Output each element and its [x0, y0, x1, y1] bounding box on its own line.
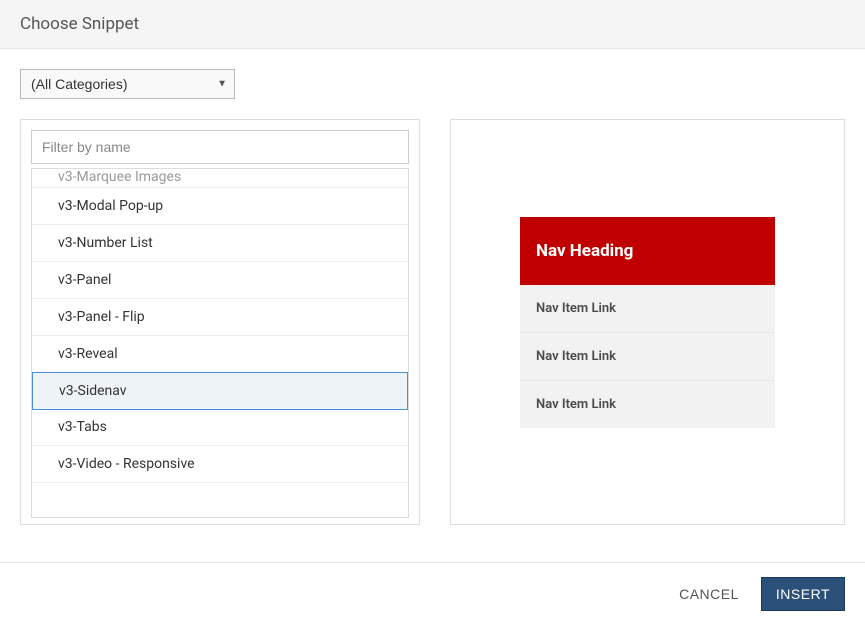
list-item[interactable]: v3-Modal Pop-up	[32, 188, 408, 225]
cancel-button[interactable]: CANCEL	[675, 578, 743, 610]
dialog-content: (All Categories) ▼ v3-Marquee Imagesv3-M…	[0, 49, 865, 545]
category-select-row: (All Categories) ▼	[20, 69, 845, 99]
snippet-list-container: v3-Marquee Imagesv3-Modal Pop-upv3-Numbe…	[31, 168, 409, 518]
preview-nav-heading: Nav Heading	[520, 217, 775, 285]
category-select-wrapper: (All Categories) ▼	[20, 69, 235, 99]
panels-row: v3-Marquee Imagesv3-Modal Pop-upv3-Numbe…	[20, 119, 845, 525]
preview-nav-item: Nav Item Link	[520, 333, 775, 381]
list-item[interactable]: v3-Panel	[32, 262, 408, 299]
dialog-footer: CANCEL INSERT	[0, 562, 865, 625]
list-item[interactable]: v3-Tabs	[32, 409, 408, 446]
preview-nav-item: Nav Item Link	[520, 285, 775, 333]
list-item	[32, 483, 408, 517]
preview-nav-items: Nav Item LinkNav Item LinkNav Item Link	[520, 285, 775, 428]
filter-input[interactable]	[31, 130, 409, 164]
preview-panel: Nav Heading Nav Item LinkNav Item LinkNa…	[450, 119, 845, 525]
list-item[interactable]: v3-Marquee Images	[32, 169, 408, 188]
list-item[interactable]: v3-Panel - Flip	[32, 299, 408, 336]
preview-nav-item: Nav Item Link	[520, 381, 775, 428]
list-item[interactable]: v3-Number List	[32, 225, 408, 262]
dialog-header: Choose Snippet	[0, 0, 865, 49]
list-item[interactable]: v3-Sidenav	[32, 372, 408, 410]
category-select[interactable]: (All Categories)	[20, 69, 235, 99]
insert-button[interactable]: INSERT	[761, 577, 845, 611]
dialog-title: Choose Snippet	[20, 14, 845, 34]
snippet-list-panel: v3-Marquee Imagesv3-Modal Pop-upv3-Numbe…	[20, 119, 420, 525]
list-item[interactable]: v3-Video - Responsive	[32, 446, 408, 483]
list-item[interactable]: v3-Reveal	[32, 336, 408, 373]
snippet-list-scroll[interactable]: v3-Marquee Imagesv3-Modal Pop-upv3-Numbe…	[32, 169, 408, 517]
preview-sidenav: Nav Heading Nav Item LinkNav Item LinkNa…	[520, 217, 775, 428]
